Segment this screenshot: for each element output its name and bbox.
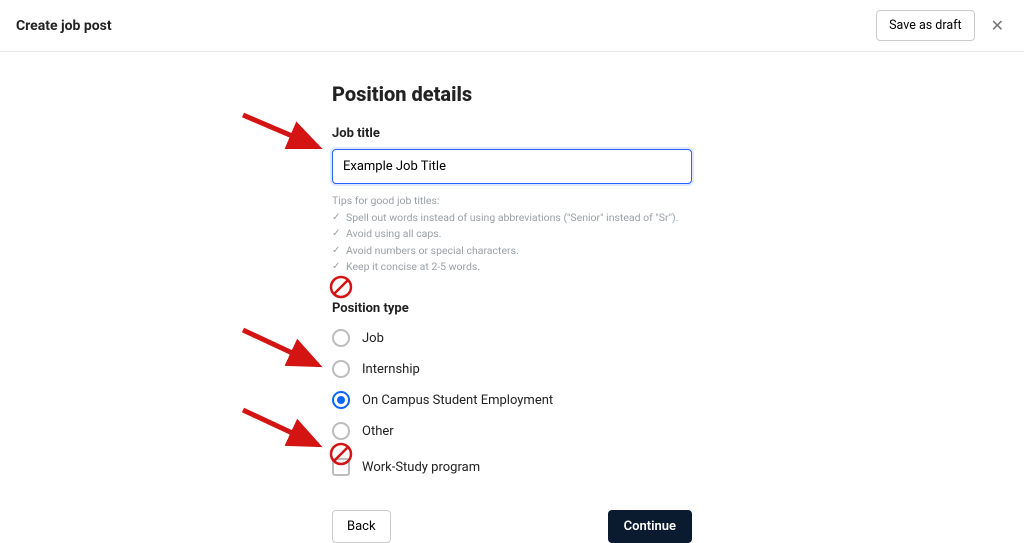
annotation-arrow-icon xyxy=(238,400,328,460)
checkbox-label: Work-Study program xyxy=(362,460,480,475)
option-label: Other xyxy=(362,424,394,439)
job-title-input[interactable] xyxy=(332,149,692,184)
tip-item: Avoid numbers or special characters. xyxy=(332,243,692,259)
tips-list: Spell out words instead of using abbrevi… xyxy=(332,210,692,275)
position-type-option-on-campus[interactable]: On Campus Student Employment xyxy=(332,391,692,409)
top-bar: Create job post Save as draft ✕ xyxy=(0,0,1024,52)
job-title-label: Job title xyxy=(332,126,692,141)
position-type-option-internship[interactable]: Internship xyxy=(332,360,692,378)
option-label: Internship xyxy=(362,362,420,377)
annotation-arrow-icon xyxy=(238,320,328,380)
back-button[interactable]: Back xyxy=(332,510,391,543)
continue-button[interactable]: Continue xyxy=(608,510,692,543)
radio-icon xyxy=(332,422,350,440)
option-label: On Campus Student Employment xyxy=(362,393,553,408)
tip-item: Spell out words instead of using abbrevi… xyxy=(332,210,692,226)
checkbox-icon xyxy=(332,458,350,476)
save-as-draft-button[interactable]: Save as draft xyxy=(876,10,974,41)
annotation-arrow-icon xyxy=(238,105,328,160)
close-icon[interactable]: ✕ xyxy=(987,12,1008,39)
tips-heading: Tips for good job titles: xyxy=(332,194,692,207)
tip-item: Keep it concise at 2-5 words. xyxy=(332,259,692,275)
radio-icon xyxy=(332,391,350,409)
tip-item: Avoid using all caps. xyxy=(332,226,692,242)
radio-icon xyxy=(332,360,350,378)
page-title: Create job post xyxy=(16,18,112,34)
position-type-label: Position type xyxy=(332,301,692,316)
option-label: Job xyxy=(362,331,384,346)
position-type-option-other[interactable]: Other xyxy=(332,422,692,440)
work-study-checkbox-row[interactable]: Work-Study program xyxy=(332,458,692,476)
section-heading: Position details xyxy=(332,82,692,106)
position-type-option-job[interactable]: Job xyxy=(332,329,692,347)
form-column: Position details Job title Tips for good… xyxy=(332,82,692,543)
radio-icon xyxy=(332,329,350,347)
